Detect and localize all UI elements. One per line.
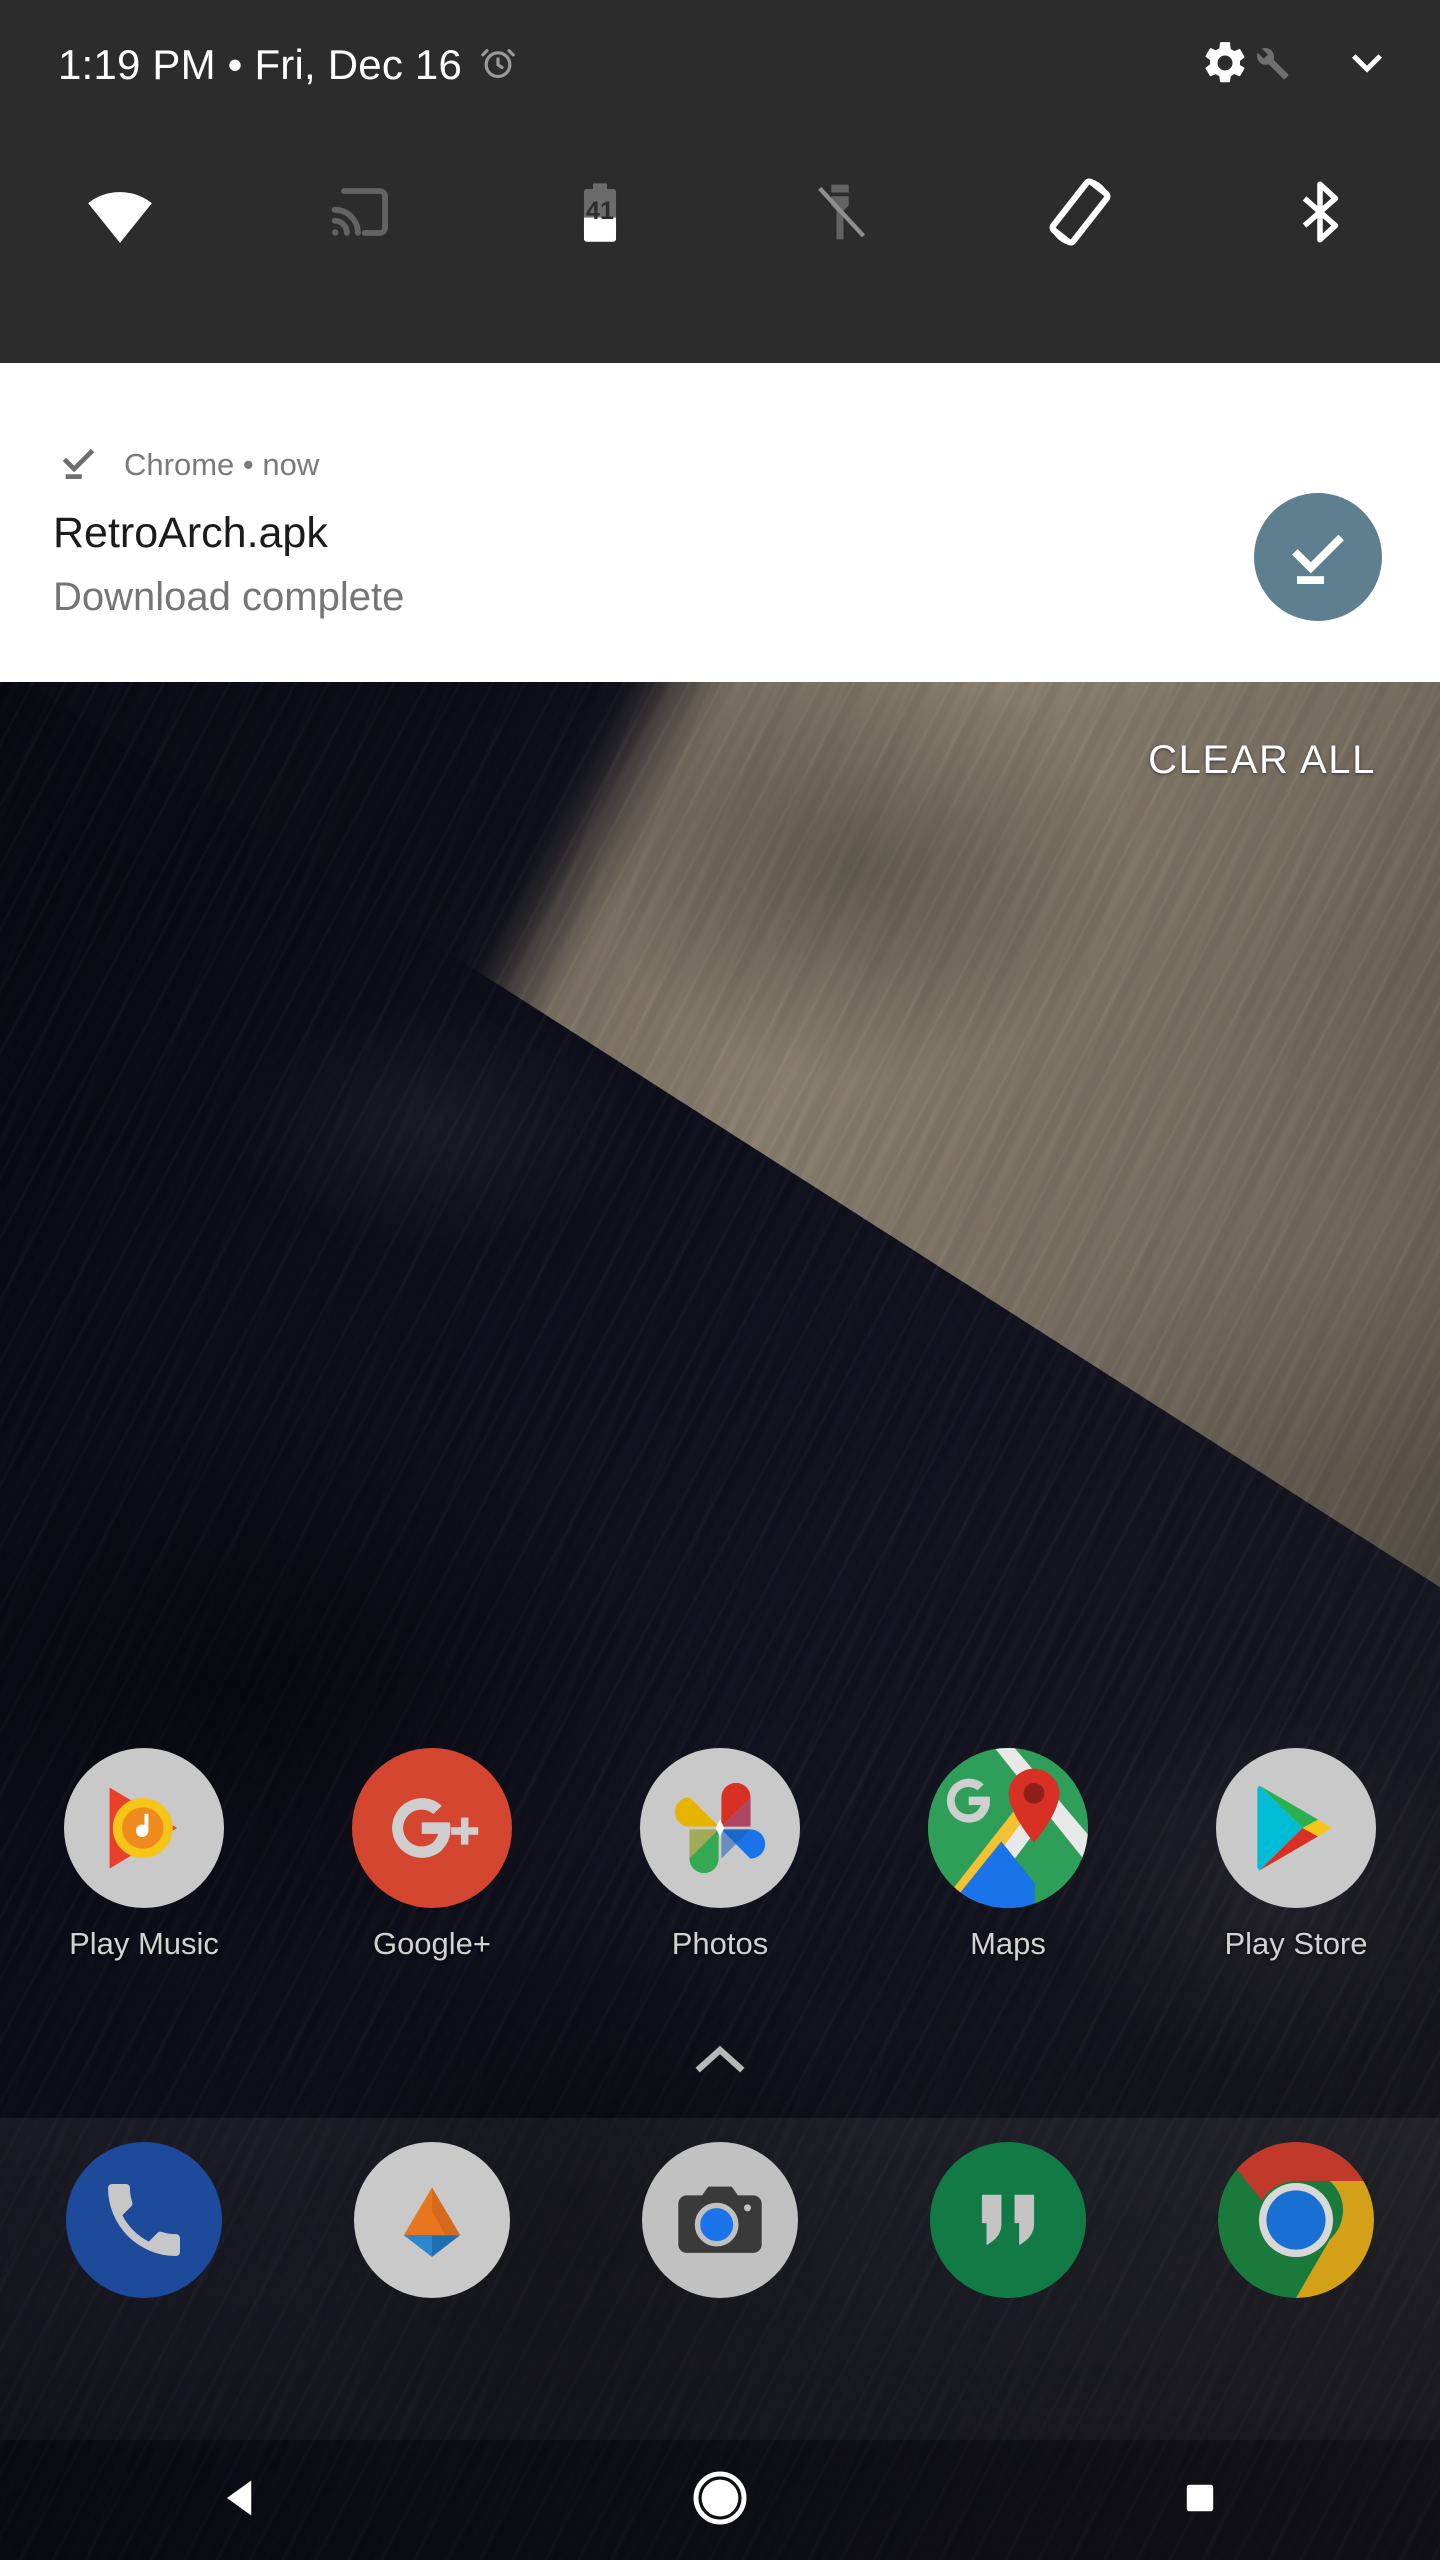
- flashlight-off-icon: [805, 177, 875, 252]
- dock-app-hangouts[interactable]: [864, 2142, 1152, 2298]
- cast-icon: [325, 177, 395, 252]
- chevron-down-icon: [1342, 38, 1392, 93]
- clock-date-text: 1:19 PM • Fri, Dec 16: [58, 41, 463, 88]
- play-store-icon: [1216, 1748, 1376, 1908]
- screen-rotate-icon: [1041, 173, 1119, 256]
- app-label: Maps: [970, 1926, 1046, 1961]
- app-play-music[interactable]: Play Music: [0, 1748, 288, 1962]
- back-triangle-icon: [213, 2471, 267, 2530]
- dock-app-drive[interactable]: [288, 2142, 576, 2298]
- home-app-row: Play Music Google+ Photos Maps Play Stor…: [0, 1748, 1440, 1962]
- app-play-store[interactable]: Play Store: [1152, 1748, 1440, 1962]
- hangouts-icon: [930, 2142, 1086, 2298]
- dock-app-chrome[interactable]: [1152, 2142, 1440, 2298]
- dock-app-camera[interactable]: [576, 2142, 864, 2298]
- clear-all-button[interactable]: CLEAR ALL: [1148, 738, 1376, 783]
- chevron-up-icon: [692, 2040, 748, 2085]
- play-music-icon: [64, 1748, 224, 1908]
- notification-large-icon[interactable]: [1254, 493, 1382, 621]
- nav-home-button[interactable]: [480, 2467, 960, 2534]
- app-maps[interactable]: Maps: [864, 1748, 1152, 1962]
- qs-tile-cast[interactable]: [240, 130, 480, 298]
- qs-tile-bluetooth[interactable]: [1200, 130, 1440, 298]
- app-drawer-handle[interactable]: [0, 2040, 1440, 2085]
- expand-shade-button[interactable]: [1342, 38, 1392, 93]
- app-label: Google+: [372, 1926, 492, 1961]
- alarm-clock-icon: [478, 43, 518, 88]
- app-google-plus[interactable]: Google+: [288, 1748, 576, 1962]
- battery-percent-text: 41: [586, 197, 614, 225]
- settings-button[interactable]: [1200, 38, 1290, 93]
- status-bar: 1:19 PM • Fri, Dec 16: [0, 0, 1440, 130]
- bluetooth-icon: [1283, 175, 1357, 254]
- notification-body: Download complete: [53, 575, 405, 619]
- battery-icon: 41: [565, 177, 635, 252]
- app-label: Play Music: [69, 1926, 219, 1961]
- google-drive-icon: [354, 2142, 510, 2298]
- app-label: Photos: [671, 1926, 769, 1961]
- phone-icon: [66, 2142, 222, 2298]
- camera-icon: [642, 2142, 798, 2298]
- gear-icon: [1200, 38, 1250, 93]
- notification-header: Chrome • now: [58, 441, 319, 488]
- wifi-icon: [81, 173, 159, 256]
- qs-tile-wifi[interactable]: [0, 130, 240, 298]
- notification-title: RetroArch.apk: [53, 509, 328, 557]
- clock-date-group[interactable]: 1:19 PM • Fri, Dec 16: [58, 41, 518, 89]
- app-label: Play Store: [1224, 1926, 1368, 1961]
- notification-card[interactable]: Chrome • now RetroArch.apk Download comp…: [0, 363, 1440, 682]
- qs-tile-flashlight[interactable]: [720, 130, 960, 298]
- notification-app-time: Chrome • now: [124, 446, 320, 482]
- app-photos[interactable]: Photos: [576, 1748, 864, 1962]
- recents-square-icon: [1176, 2474, 1224, 2527]
- google-plus-icon: [352, 1748, 512, 1908]
- download-done-icon: [1292, 534, 1344, 584]
- nav-recents-button[interactable]: [960, 2474, 1440, 2527]
- nav-back-button[interactable]: [0, 2471, 480, 2530]
- download-done-icon: [58, 441, 100, 488]
- quick-settings-header: 1:19 PM • Fri, Dec 16 41: [0, 0, 1440, 363]
- google-photos-icon: [640, 1748, 800, 1908]
- wrench-icon: [1252, 44, 1290, 87]
- qs-tile-battery[interactable]: 41: [480, 130, 720, 298]
- quick-settings-header-actions: [1200, 0, 1392, 130]
- quick-settings-tile-row: 41: [0, 130, 1440, 298]
- chrome-icon: [1218, 2142, 1374, 2298]
- google-maps-icon: [928, 1748, 1088, 1908]
- dock-app-phone[interactable]: [0, 2142, 288, 2298]
- dock-row: [0, 2142, 1440, 2298]
- home-circle-icon: [689, 2467, 751, 2534]
- navigation-bar: [0, 2440, 1440, 2560]
- qs-tile-auto-rotate[interactable]: [960, 130, 1200, 298]
